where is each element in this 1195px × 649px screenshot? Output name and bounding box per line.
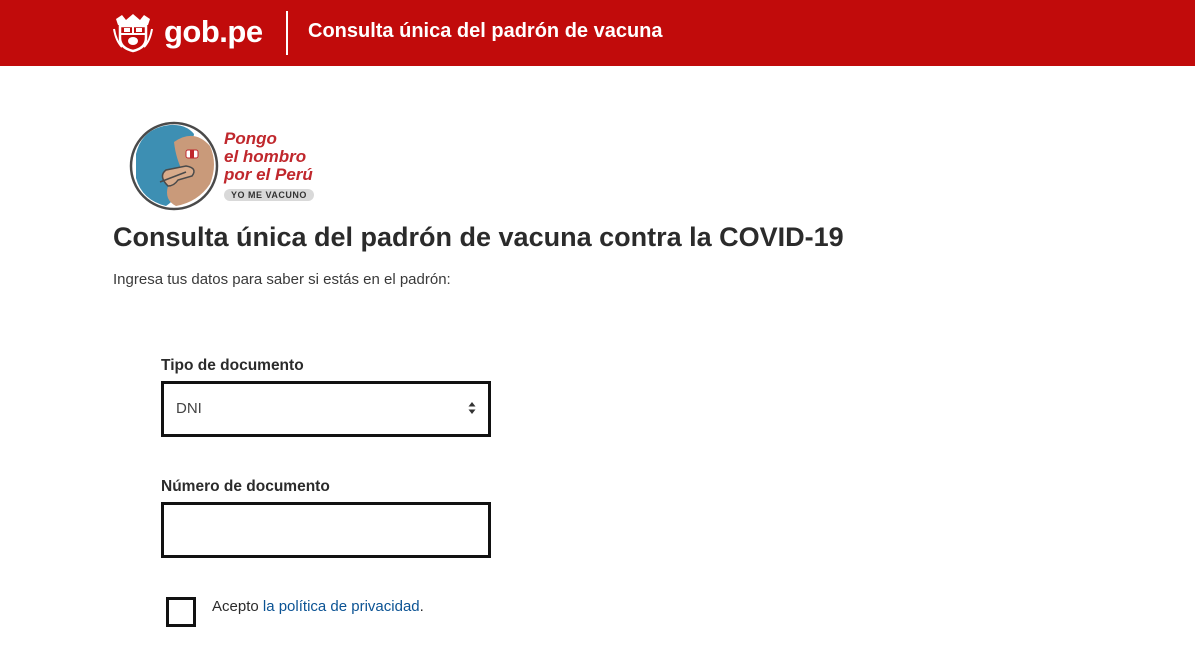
privacy-consent-checkbox[interactable] [166, 597, 196, 627]
page-subtitle: Ingresa tus datos para saber si estás en… [113, 271, 451, 288]
peru-coat-of-arms-icon [113, 14, 153, 53]
select-arrows-icon [468, 402, 476, 414]
document-number-label: Número de documento [161, 478, 330, 495]
consent-prefix: Acepto [212, 598, 263, 615]
campaign-logo: Pongo el hombro por el Perú YO ME VACUNO [128, 120, 328, 212]
privacy-policy-link[interactable]: la política de privacidad [263, 598, 420, 615]
privacy-consent-text: Acepto la política de privacidad. [212, 598, 424, 615]
page-title: Consulta única del padrón de vacuna cont… [113, 222, 844, 252]
campaign-badge: YO ME VACUNO [224, 189, 314, 201]
gob-pe-home-link[interactable]: gob.pe [112, 10, 263, 54]
document-type-label: Tipo de documento [161, 357, 304, 374]
header-divider [286, 11, 288, 55]
consent-suffix: . [419, 598, 424, 615]
campaign-slogan: Pongo el hombro por el Perú [224, 130, 313, 184]
document-number-input[interactable] [161, 502, 491, 558]
campaign-line-2: el hombro [224, 147, 307, 166]
document-type-value: DNI [176, 400, 202, 417]
top-header: gob.pe Consulta única del padrón de vacu… [0, 0, 1195, 66]
campaign-line-1: Pongo [224, 129, 277, 148]
vaccination-arm-illustration [129, 121, 219, 211]
header-title: Consulta única del padrón de vacuna [308, 20, 663, 42]
document-type-select[interactable]: DNI [161, 381, 491, 437]
campaign-line-3: por el Perú [224, 165, 313, 184]
brand-name: gob.pe [164, 14, 263, 49]
